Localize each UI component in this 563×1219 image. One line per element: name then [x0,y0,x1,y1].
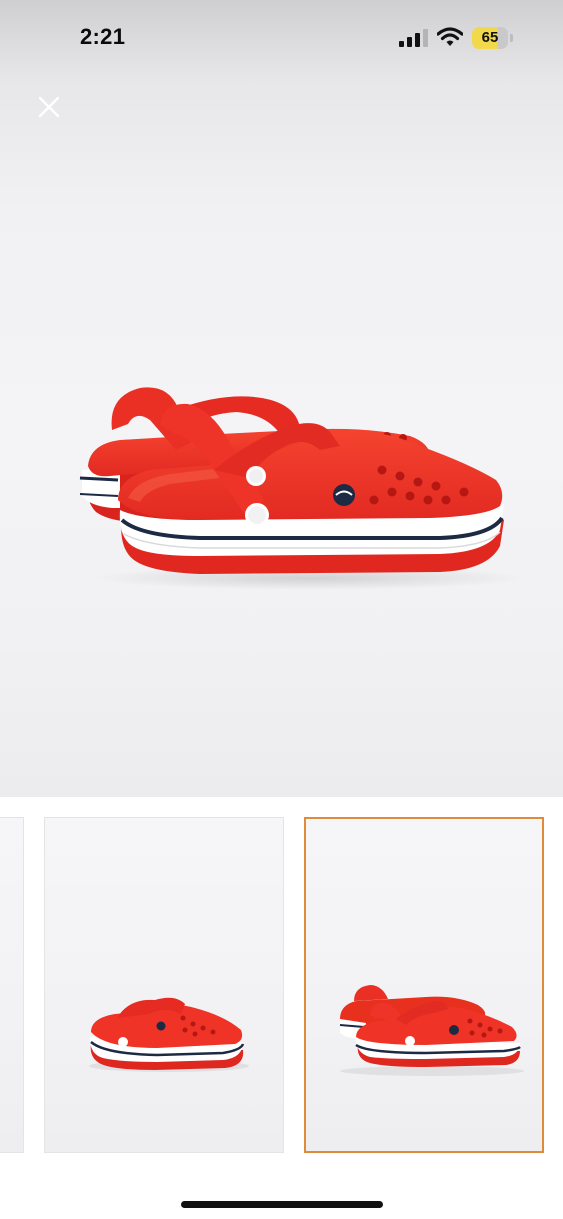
battery-cap [510,34,513,42]
close-button[interactable] [30,88,68,126]
status-time: 2:21 [80,24,126,49]
status-bar: 2:21 65 [0,0,563,78]
battery-icon: 65 [472,27,514,49]
front-clog [118,403,505,574]
thumbnail-single-clog[interactable] [44,817,284,1153]
thumbnail-clog-pair-image [339,985,524,1076]
wifi-icon [437,27,463,46]
cellular-signal-icon [399,29,428,47]
main-product-image[interactable] [0,0,563,797]
home-indicator[interactable] [181,1201,383,1208]
thumbnail-previous[interactable] [0,817,24,1153]
thumbnail-strip[interactable] [0,797,563,1177]
thumbnail-single-clog-image [89,997,249,1072]
close-icon [38,96,60,118]
thumbnail-clog-pair[interactable] [304,817,544,1153]
battery-level: 65 [481,29,499,46]
product-image-viewer: 2:21 65 [0,0,563,797]
